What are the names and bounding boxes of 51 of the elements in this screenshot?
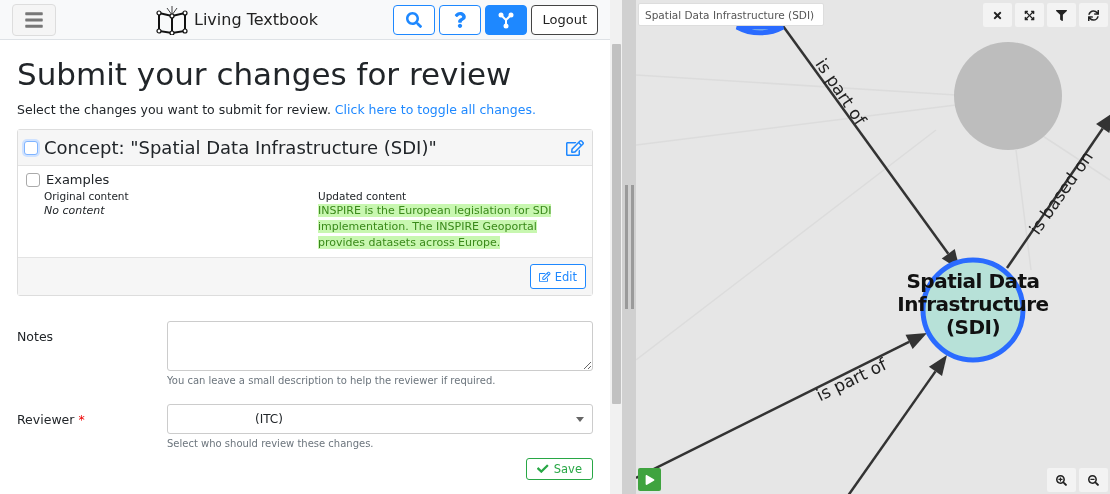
- notes-field[interactable]: [167, 321, 593, 371]
- toggle-link[interactable]: Click here to toggle all changes.: [334, 102, 536, 117]
- logout-button[interactable]: Logout: [531, 4, 598, 35]
- edit-icon: [539, 270, 551, 283]
- zoom-out-button[interactable]: [1079, 468, 1108, 492]
- concept-node[interactable]: [954, 42, 1062, 150]
- intro-text: Select the changes you want to submit for review. Click here to toggle all changes.: [17, 102, 537, 117]
- filter-button[interactable]: [1047, 3, 1076, 27]
- original-label: Original content: [44, 190, 130, 202]
- original-content: No content: [44, 204, 106, 217]
- refresh-button[interactable]: [1079, 3, 1108, 27]
- concept-checkbox[interactable]: [24, 140, 38, 155]
- menu-button[interactable]: [12, 3, 56, 36]
- play-icon: [644, 474, 655, 485]
- close-button[interactable]: [983, 3, 1012, 27]
- search-button[interactable]: [393, 4, 436, 35]
- refresh-icon: [1088, 9, 1099, 21]
- change-checkbox[interactable]: [26, 172, 40, 187]
- caret-icon: [576, 416, 584, 422]
- question-mark-icon: [452, 11, 469, 28]
- zoom-in-button[interactable]: [1047, 468, 1076, 492]
- play-button[interactable]: [638, 468, 661, 491]
- reviewer-help: Select who should review these changes.: [167, 438, 375, 449]
- search-icon: [406, 11, 423, 28]
- splitter-handle[interactable]: [622, 0, 636, 494]
- network-icon: [497, 10, 516, 29]
- change-label: Examples: [46, 172, 110, 187]
- edit-icon[interactable]: [566, 138, 584, 157]
- scrollbar[interactable]: [611, 44, 621, 404]
- reviewer-label: Reviewer *: [17, 411, 86, 429]
- edge-label: is part of: [813, 354, 890, 406]
- zoom-in-icon: [1056, 474, 1067, 486]
- updated-label: Updated content: [318, 190, 408, 202]
- graph-search-field[interactable]: Spatial Data Infrastructure (SDI): [638, 3, 824, 26]
- reviewer-select[interactable]: (ITC): [167, 404, 593, 434]
- filter-icon: [1056, 9, 1067, 21]
- zoom-out-icon: [1088, 474, 1099, 486]
- brand-name: Living Textbook: [194, 10, 318, 29]
- concept-title: Concept: "Spatial Data Infrastructure (SDI)": [44, 137, 438, 158]
- close-icon: [992, 9, 1003, 21]
- notes-label: Notes: [17, 328, 55, 346]
- menu-icon: [24, 9, 44, 30]
- help-button[interactable]: [439, 4, 482, 35]
- graph-button[interactable]: [485, 4, 528, 35]
- expand-arrows-icon: [1024, 9, 1035, 21]
- page-title: Submit your changes for review: [17, 56, 513, 92]
- notes-help: You can leave a small description to help the reviewer if required.: [167, 375, 497, 386]
- fullscreen-button[interactable]: [1015, 3, 1044, 27]
- updated-content: INSPIRE is the European legislation for SDI implementation. The INSPIRE Geoportal provides datasets across Europe.: [318, 203, 553, 251]
- check-icon: [537, 463, 549, 475]
- book-logo-icon: [156, 4, 188, 35]
